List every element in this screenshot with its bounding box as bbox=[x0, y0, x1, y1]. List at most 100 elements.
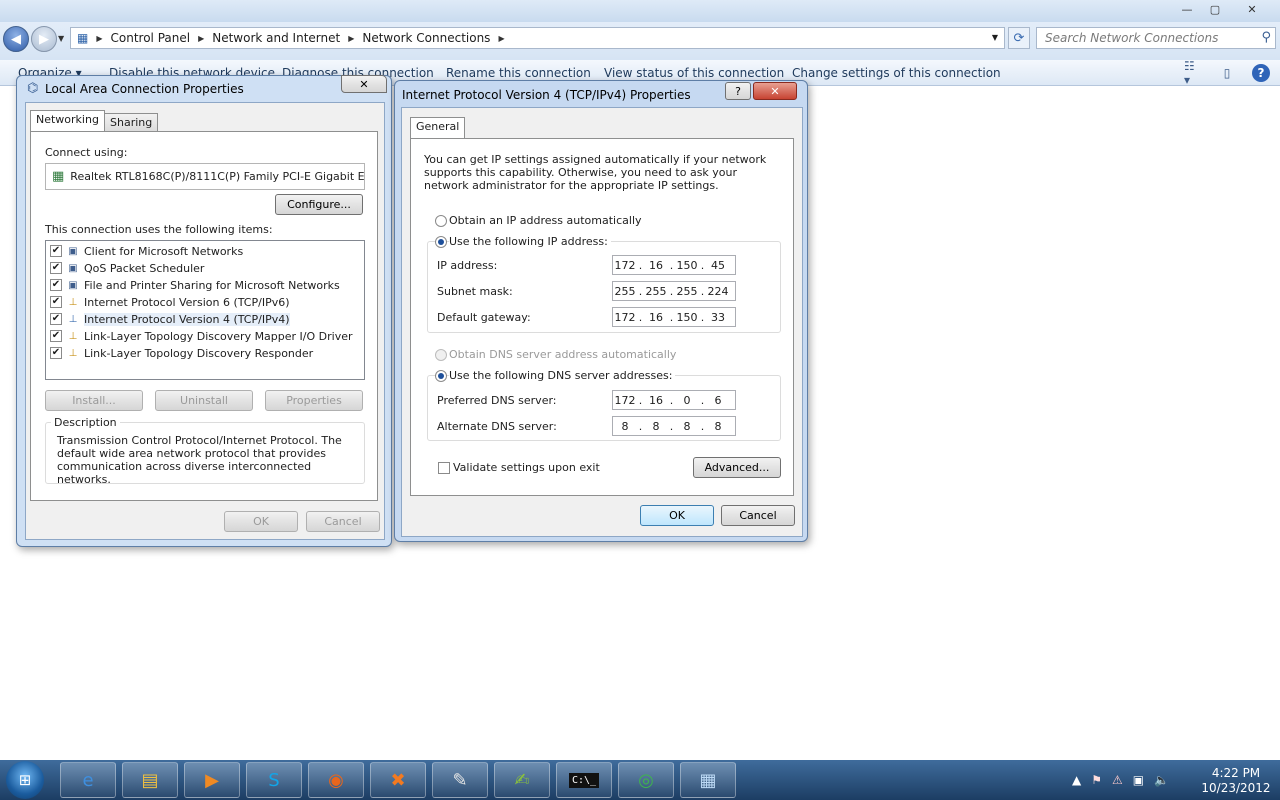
octet-1[interactable]: 172 bbox=[613, 259, 637, 272]
octet-1[interactable]: 172 bbox=[613, 311, 637, 324]
item-checkbox[interactable]: ✔ bbox=[50, 330, 62, 342]
octet-3[interactable]: 150 bbox=[675, 259, 699, 272]
validate-settings-label[interactable]: Validate settings upon exit bbox=[453, 461, 600, 474]
item-checkbox[interactable]: ✔ bbox=[50, 279, 62, 291]
uninstall-button[interactable]: Uninstall bbox=[155, 390, 253, 411]
show-hidden-icons-icon[interactable]: ▲ bbox=[1072, 773, 1081, 787]
preferred-dns-field[interactable]: 172. 16. 0. 6 bbox=[612, 390, 736, 410]
octet-1[interactable]: 172 bbox=[613, 394, 637, 407]
octet-4[interactable]: 33 bbox=[706, 311, 730, 324]
obtain-dns-auto-label[interactable]: Obtain DNS server address automatically bbox=[449, 348, 676, 361]
item-checkbox[interactable]: ✔ bbox=[50, 296, 62, 308]
close-window-button[interactable]: ✕ bbox=[1230, 1, 1274, 18]
close-button[interactable]: ✕ bbox=[341, 75, 387, 93]
item-checkbox[interactable]: ✔ bbox=[50, 347, 62, 359]
breadcrumb-control-panel[interactable]: Control Panel bbox=[111, 31, 191, 45]
maximize-button[interactable]: ▢ bbox=[1202, 1, 1228, 18]
list-item-lltd-mapper[interactable]: ✔ ⊥ Link-Layer Topology Discovery Mapper… bbox=[50, 328, 353, 344]
breadcrumb-network-connections[interactable]: Network Connections bbox=[362, 31, 490, 45]
properties-button[interactable]: Properties bbox=[265, 390, 363, 411]
taskbar-button[interactable]: C:\_ bbox=[556, 762, 612, 798]
change-settings-command[interactable]: Change settings of this connection bbox=[792, 66, 1001, 80]
breadcrumb-network-and-internet[interactable]: Network and Internet bbox=[212, 31, 340, 45]
octet-4[interactable]: 6 bbox=[706, 394, 730, 407]
subnet-mask-field[interactable]: 255. 255. 255. 224 bbox=[612, 281, 736, 301]
taskbar-button[interactable]: ▦ bbox=[680, 762, 736, 798]
validate-settings-checkbox[interactable] bbox=[438, 462, 450, 474]
alternate-dns-field[interactable]: 8. 8. 8. 8 bbox=[612, 416, 736, 436]
taskbar-button[interactable]: ✖ bbox=[370, 762, 426, 798]
taskbar-button[interactable]: ✎ bbox=[432, 762, 488, 798]
list-item-qos[interactable]: ✔ ▣ QoS Packet Scheduler bbox=[50, 260, 204, 276]
tab-general[interactable]: General bbox=[410, 117, 466, 139]
octet-2[interactable]: 8 bbox=[644, 420, 668, 433]
start-button[interactable]: ⊞ bbox=[6, 761, 44, 799]
list-item-ipv6[interactable]: ✔ ⊥ Internet Protocol Version 6 (TCP/IPv… bbox=[50, 294, 290, 310]
obtain-ip-auto-label[interactable]: Obtain an IP address automatically bbox=[449, 214, 642, 227]
use-following-dns-label[interactable]: Use the following DNS server addresses: bbox=[449, 369, 676, 382]
taskbar-button[interactable]: ✍ bbox=[494, 762, 550, 798]
warning-icon[interactable]: ⚠ bbox=[1112, 773, 1123, 787]
obtain-dns-auto-radio[interactable] bbox=[435, 349, 447, 361]
network-status-icon[interactable]: ▣ bbox=[1133, 773, 1144, 787]
cancel-button[interactable]: Cancel bbox=[306, 511, 380, 532]
help-icon[interactable]: ? bbox=[1252, 64, 1270, 82]
octet-2[interactable]: 16 bbox=[644, 311, 668, 324]
breadcrumb-separator-icon[interactable]: ▶ bbox=[498, 34, 504, 43]
taskbar-button[interactable]: ▤ bbox=[122, 762, 178, 798]
octet-4[interactable]: 224 bbox=[706, 285, 730, 298]
minimize-button[interactable]: — bbox=[1174, 1, 1200, 18]
search-input[interactable]: Search Network Connections ⚲ bbox=[1036, 27, 1276, 49]
ip-address-field[interactable]: 172. 16. 150. 45 bbox=[612, 255, 736, 275]
ok-button[interactable]: OK bbox=[224, 511, 298, 532]
address-bar[interactable]: ▦ ▶ Control Panel ▶ Network and Internet… bbox=[70, 27, 1005, 49]
recent-pages-dropdown-icon[interactable]: ▼ bbox=[58, 34, 64, 43]
octet-2[interactable]: 16 bbox=[644, 259, 668, 272]
change-view-icon[interactable]: ☷ ▾ bbox=[1184, 59, 1202, 87]
taskbar-button[interactable]: ◉ bbox=[308, 762, 364, 798]
breadcrumb-separator-icon[interactable]: ▶ bbox=[348, 34, 354, 43]
item-checkbox[interactable]: ✔ bbox=[50, 313, 62, 325]
cancel-button[interactable]: Cancel bbox=[721, 505, 795, 526]
taskbar-button[interactable]: S bbox=[246, 762, 302, 798]
obtain-ip-auto-radio[interactable] bbox=[435, 215, 447, 227]
address-dropdown-icon[interactable]: ▼ bbox=[992, 33, 998, 42]
connection-items-list[interactable]: ✔ ▣ Client for Microsoft Networks ✔ ▣ Qo… bbox=[45, 240, 365, 380]
help-button[interactable]: ? bbox=[725, 82, 751, 100]
volume-icon[interactable]: 🔈 bbox=[1154, 773, 1169, 787]
list-item-file-printer-sharing[interactable]: ✔ ▣ File and Printer Sharing for Microso… bbox=[50, 277, 340, 293]
octet-1[interactable]: 255 bbox=[613, 285, 637, 298]
use-following-ip-label[interactable]: Use the following IP address: bbox=[449, 235, 611, 248]
view-status-command[interactable]: View status of this connection bbox=[604, 66, 784, 80]
close-button[interactable]: ✕ bbox=[753, 82, 797, 100]
search-icon[interactable]: ⚲ bbox=[1261, 30, 1271, 45]
octet-2[interactable]: 255 bbox=[644, 285, 668, 298]
configure-button[interactable]: Configure... bbox=[275, 194, 363, 215]
breadcrumb-separator-icon[interactable]: ▶ bbox=[96, 34, 102, 43]
default-gateway-field[interactable]: 172. 16. 150. 33 bbox=[612, 307, 736, 327]
use-following-dns-radio[interactable] bbox=[435, 370, 447, 382]
octet-2[interactable]: 16 bbox=[644, 394, 668, 407]
list-item-ipv4[interactable]: ✔ ⊥ Internet Protocol Version 4 (TCP/IPv… bbox=[50, 311, 290, 327]
octet-1[interactable]: 8 bbox=[613, 420, 637, 433]
breadcrumb-separator-icon[interactable]: ▶ bbox=[198, 34, 204, 43]
taskbar-button[interactable]: e bbox=[60, 762, 116, 798]
back-button[interactable]: ◀ bbox=[3, 26, 29, 52]
use-following-ip-radio[interactable] bbox=[435, 236, 447, 248]
list-item-client-ms-networks[interactable]: ✔ ▣ Client for Microsoft Networks bbox=[50, 243, 243, 259]
preview-pane-icon[interactable]: ▯ bbox=[1218, 65, 1236, 81]
taskbar-button[interactable]: ▶ bbox=[184, 762, 240, 798]
octet-3[interactable]: 8 bbox=[675, 420, 699, 433]
forward-button[interactable]: ▶ bbox=[31, 26, 57, 52]
ok-button[interactable]: OK bbox=[640, 505, 714, 526]
action-center-flag-icon[interactable]: ⚑ bbox=[1091, 773, 1102, 787]
tab-sharing[interactable]: Sharing bbox=[104, 113, 159, 131]
tab-networking[interactable]: Networking bbox=[30, 110, 105, 132]
item-checkbox[interactable]: ✔ bbox=[50, 262, 62, 274]
octet-4[interactable]: 8 bbox=[706, 420, 730, 433]
advanced-button[interactable]: Advanced... bbox=[693, 457, 781, 478]
taskbar-button[interactable]: ◎ bbox=[618, 762, 674, 798]
rename-command[interactable]: Rename this connection bbox=[446, 66, 591, 80]
install-button[interactable]: Install... bbox=[45, 390, 143, 411]
octet-3[interactable]: 150 bbox=[675, 311, 699, 324]
